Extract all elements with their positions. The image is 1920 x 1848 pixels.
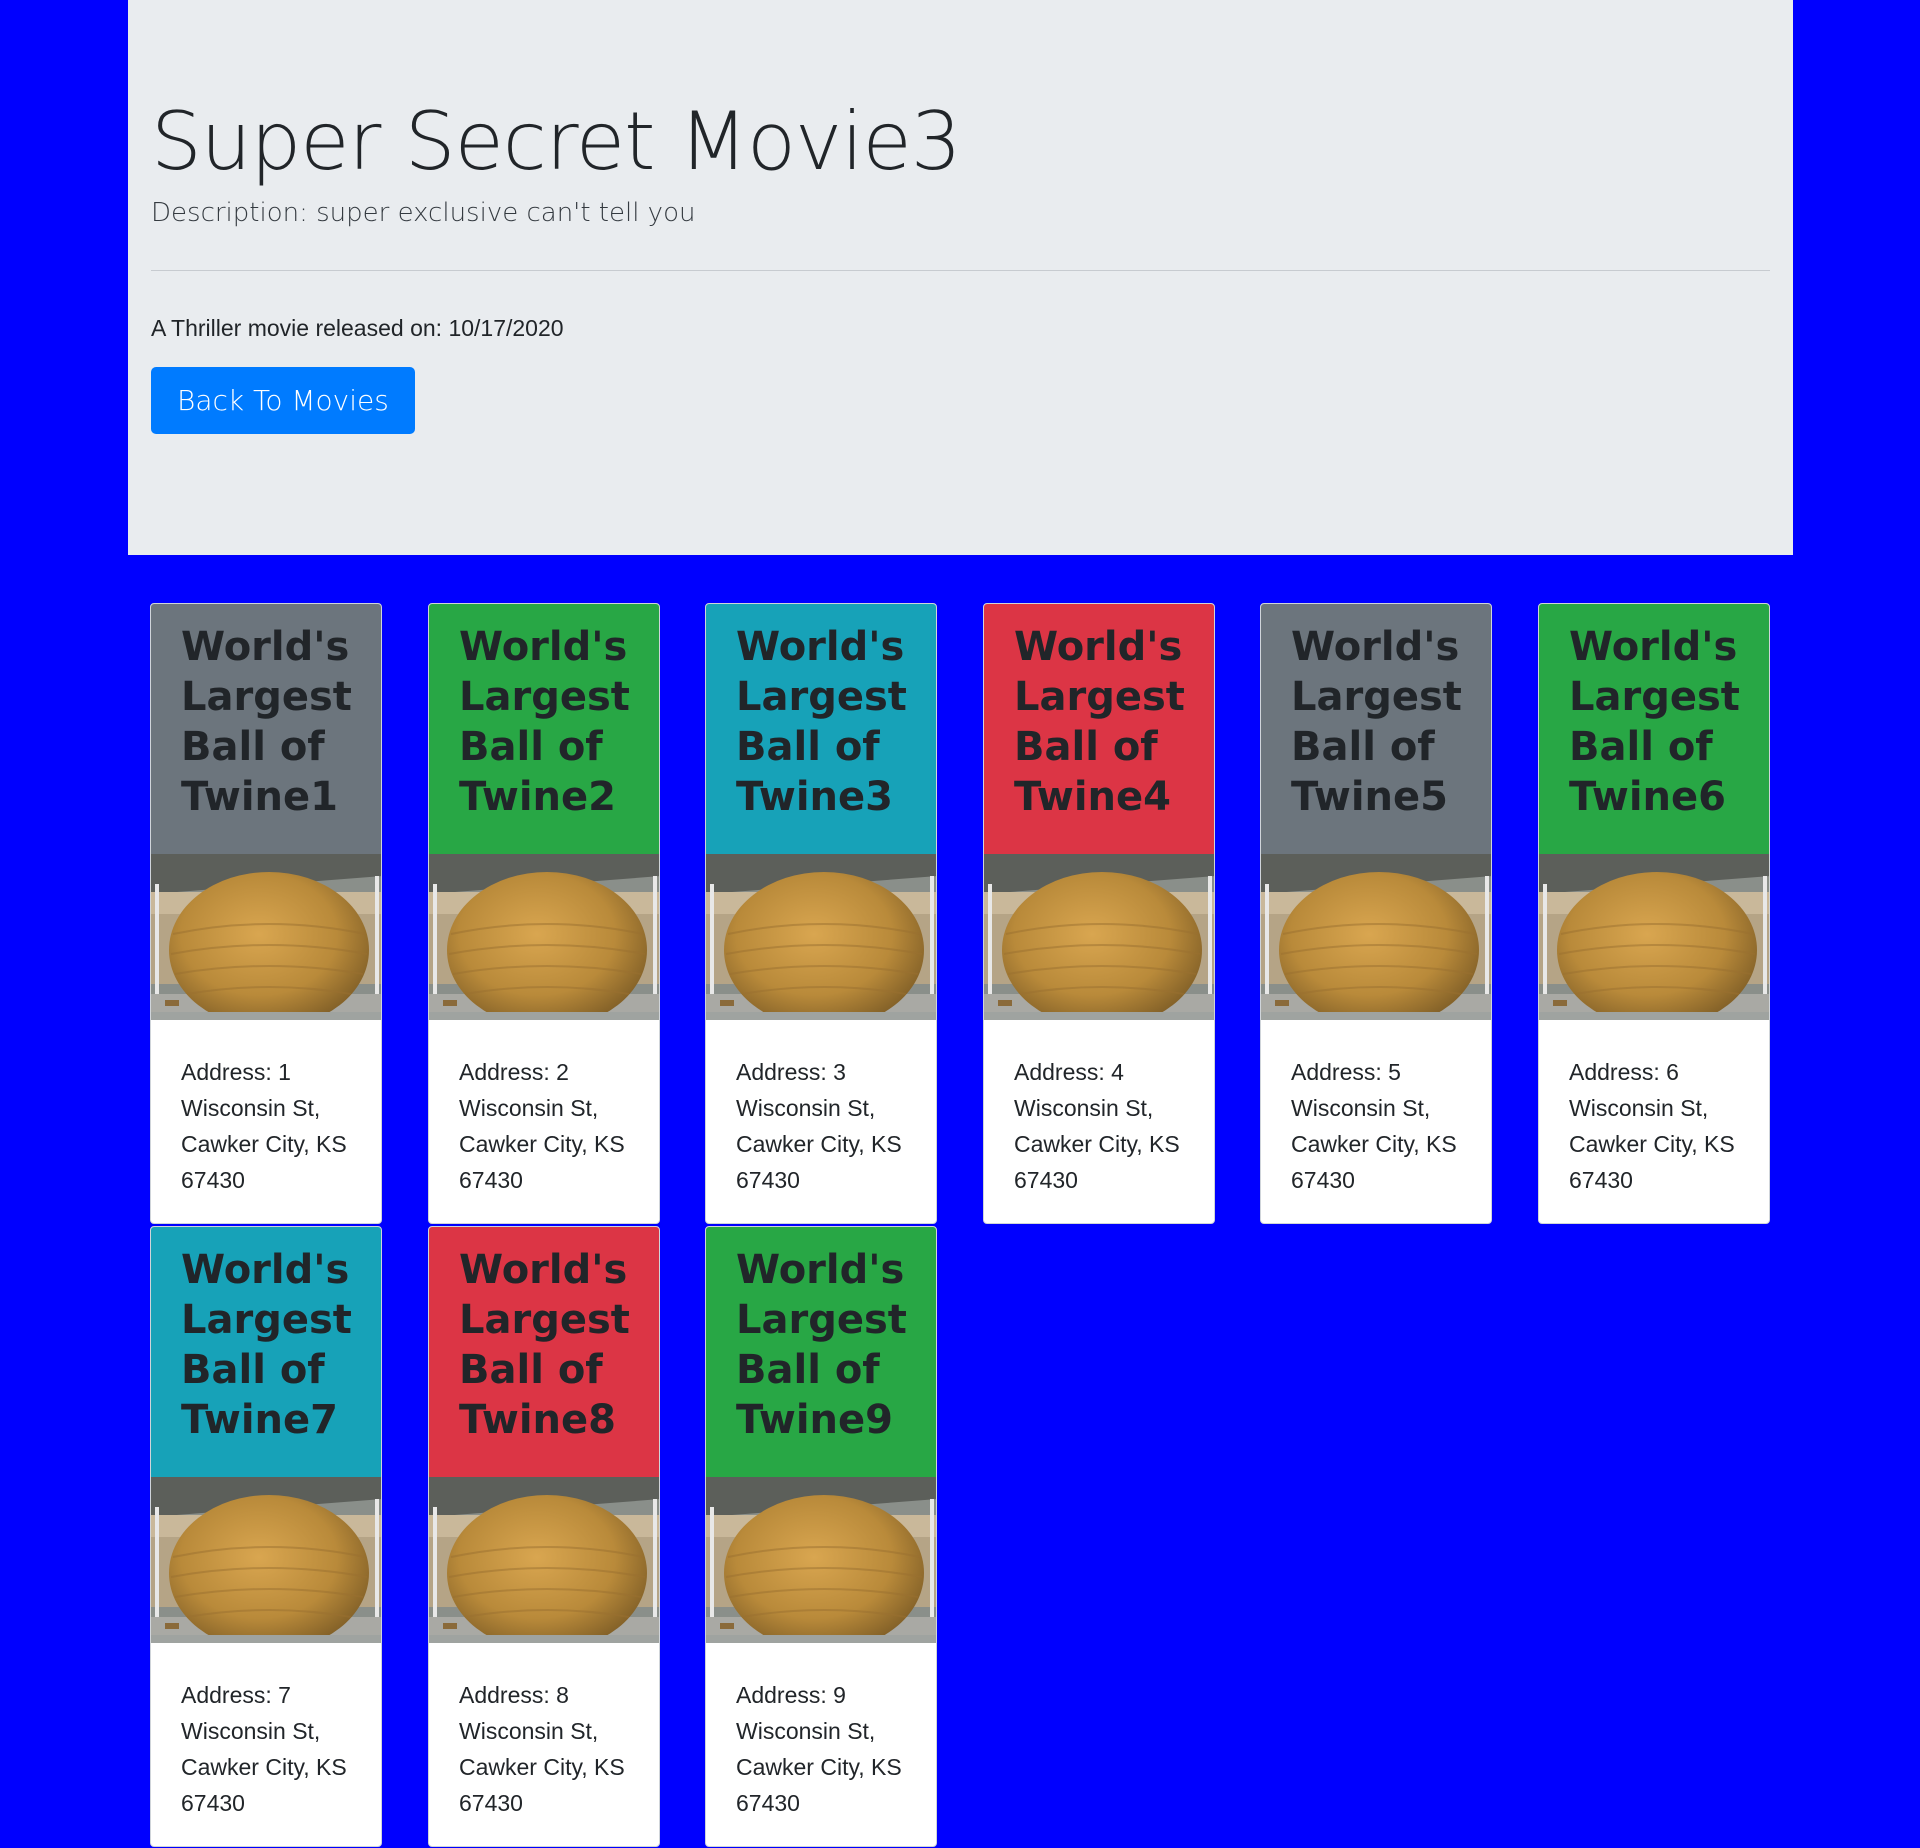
divider [151,270,1770,271]
ball-of-twine-photo [429,854,659,1020]
card-title: World's Largest Ball of Twine2 [429,604,659,854]
ball-of-twine-photo [429,1477,659,1643]
card-address: Address: 1 Wisconsin St, Cawker City, KS… [181,1059,347,1193]
card-title: World's Largest Ball of Twine4 [984,604,1214,854]
card-address: Address: 6 Wisconsin St, Cawker City, KS… [1569,1059,1735,1193]
location-card-1: World's Largest Ball of Twine1 Address: … [150,603,382,1224]
card-title: World's Largest Ball of Twine6 [1539,604,1769,854]
ball-of-twine-photo [984,854,1214,1020]
location-card-2: World's Largest Ball of Twine2 Address: … [428,603,660,1224]
card-address: Address: 7 Wisconsin St, Cawker City, KS… [181,1682,347,1816]
ball-of-twine-photo [1539,854,1769,1020]
movie-release-info: A Thriller movie released on: 10/17/2020 [151,315,564,341]
location-card-9: World's Largest Ball of Twine9 Address: … [705,1226,937,1847]
card-title: World's Largest Ball of Twine1 [151,604,381,854]
card-address: Address: 5 Wisconsin St, Cawker City, KS… [1291,1059,1457,1193]
card-address: Address: 2 Wisconsin St, Cawker City, KS… [459,1059,625,1193]
ball-of-twine-photo [706,1477,936,1643]
location-card-6: World's Largest Ball of Twine6 Address: … [1538,603,1770,1224]
ball-of-twine-photo [151,854,381,1020]
back-to-movies-button[interactable]: Back To Movies [151,367,415,434]
movie-container: Super Secret Movie3 Description: super e… [128,0,1793,555]
location-card-3: World's Largest Ball of Twine3 Address: … [705,603,937,1224]
card-title: World's Largest Ball of Twine3 [706,604,936,854]
card-address: Address: 8 Wisconsin St, Cawker City, KS… [459,1682,625,1816]
movie-description: Description: super exclusive can't tell … [151,198,696,228]
location-card-5: World's Largest Ball of Twine5 Address: … [1260,603,1492,1224]
card-address: Address: 3 Wisconsin St, Cawker City, KS… [736,1059,902,1193]
card-title: World's Largest Ball of Twine5 [1261,604,1491,854]
ball-of-twine-photo [151,1477,381,1643]
movie-title: Super Secret Movie3 [151,95,962,188]
ball-of-twine-photo [1261,854,1491,1020]
card-address: Address: 4 Wisconsin St, Cawker City, KS… [1014,1059,1180,1193]
movie-jumbotron: Super Secret Movie3 Description: super e… [128,0,1793,555]
card-title: World's Largest Ball of Twine7 [151,1227,381,1477]
location-card-4: World's Largest Ball of Twine4 Address: … [983,603,1215,1224]
card-title: World's Largest Ball of Twine8 [429,1227,659,1477]
card-address: Address: 9 Wisconsin St, Cawker City, KS… [736,1682,902,1816]
card-title: World's Largest Ball of Twine9 [706,1227,936,1477]
location-card-7: World's Largest Ball of Twine7 Address: … [150,1226,382,1847]
location-card-8: World's Largest Ball of Twine8 Address: … [428,1226,660,1847]
ball-of-twine-photo [706,854,936,1020]
